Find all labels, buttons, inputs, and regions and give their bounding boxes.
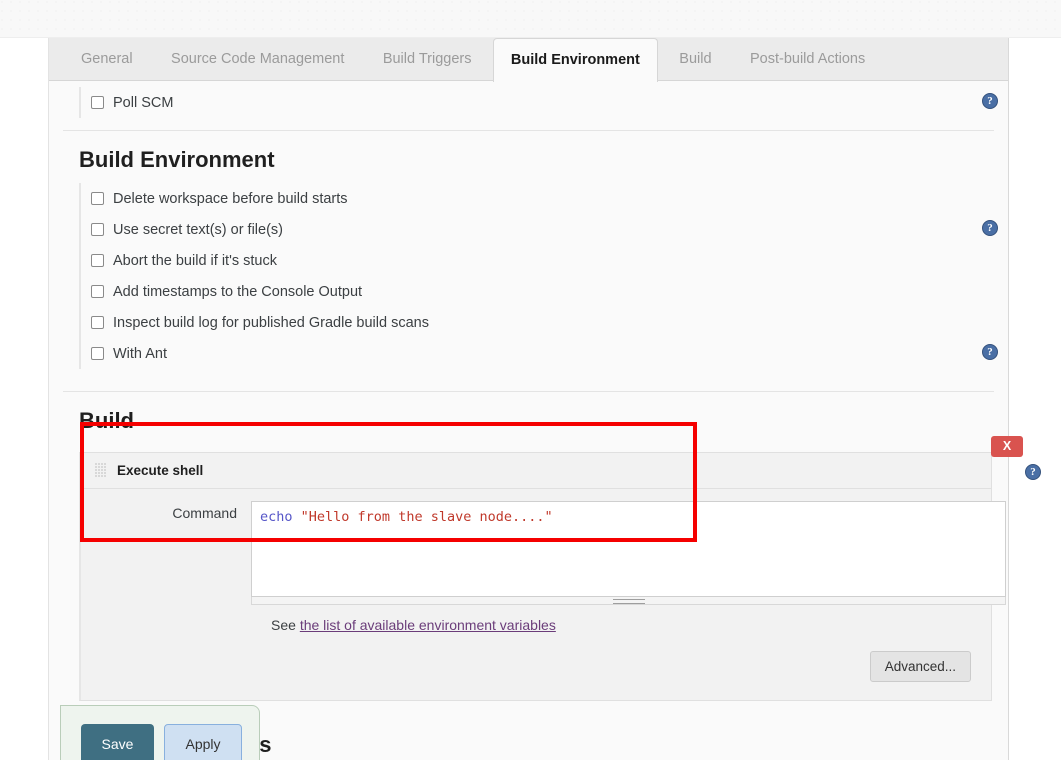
checkbox-row-poll-scm[interactable]: Poll SCM ? <box>81 87 1008 118</box>
shell-keyword-token: echo <box>260 509 293 525</box>
checkbox-label-add-timestamps: Add timestamps to the Console Output <box>113 283 363 300</box>
environment-variables-hint: See the list of available environment va… <box>81 605 991 633</box>
command-field-label: Command <box>172 505 237 521</box>
apply-button[interactable]: Apply <box>164 724 242 760</box>
job-config-panel: General Source Code Management Build Tri… <box>48 38 1041 760</box>
see-prefix-text: See <box>271 617 300 633</box>
drag-grip-icon[interactable] <box>95 463 106 478</box>
tab-build-triggers[interactable]: Build Triggers <box>366 38 489 81</box>
tab-general[interactable]: General <box>64 38 150 81</box>
checkbox-poll-scm[interactable] <box>91 96 104 109</box>
shell-string-token: "Hello from the slave node...." <box>300 509 553 525</box>
advanced-button[interactable]: Advanced... <box>869 651 971 682</box>
tab-build-environment[interactable]: Build Environment <box>492 38 658 82</box>
checkbox-inspect-gradle-scans[interactable] <box>91 316 104 329</box>
checkbox-label-delete-workspace: Delete workspace before build starts <box>113 190 348 207</box>
checkbox-with-ant[interactable] <box>91 347 104 360</box>
help-icon-poll-scm[interactable]: ? <box>982 93 998 109</box>
checkbox-row-with-ant[interactable]: With Ant ? <box>81 338 1008 369</box>
command-textarea[interactable]: echo "Hello from the slave node...." <box>251 501 1006 597</box>
floating-save-bar: Save Apply <box>60 705 260 760</box>
command-editor-wrap: echo "Hello from the slave node...." <box>251 501 1006 605</box>
build-environment-options-group: Delete workspace before build starts Use… <box>79 183 1008 369</box>
command-field-row: Command echo "Hello from the slave node.… <box>81 489 1006 605</box>
config-tabbar: General Source Code Management Build Tri… <box>49 38 1008 82</box>
save-button[interactable]: Save <box>81 724 154 760</box>
checkbox-row-inspect-gradle-scans[interactable]: Inspect build log for published Gradle b… <box>81 307 1008 338</box>
help-icon-with-ant[interactable]: ? <box>982 344 998 360</box>
page-top-strip <box>0 0 1061 38</box>
checkbox-row-abort-if-stuck[interactable]: Abort the build if it's stuck <box>81 245 1008 276</box>
section-heading-build-environment: Build Environment <box>79 147 275 172</box>
build-step-title: Execute shell <box>117 463 204 478</box>
help-icon-use-secret-text[interactable]: ? <box>982 220 998 236</box>
checkbox-row-delete-workspace[interactable]: Delete workspace before build starts <box>81 183 1008 214</box>
build-step-execute-shell: Execute shell X ? Command echo "Hello fr… <box>79 436 1041 701</box>
tab-build[interactable]: Build <box>662 38 728 81</box>
tab-source-code-management[interactable]: Source Code Management <box>154 38 361 81</box>
checkbox-use-secret-text[interactable] <box>91 223 104 236</box>
checkbox-label-with-ant: With Ant <box>113 345 167 362</box>
delete-build-step-button[interactable]: X <box>991 436 1023 457</box>
screen-root: General Source Code Management Build Tri… <box>0 0 1061 760</box>
config-form-body: Poll SCM ? Build Environment Delete work… <box>49 87 1041 760</box>
checkbox-label-inspect-gradle-scans: Inspect build log for published Gradle b… <box>113 314 429 331</box>
help-icon-execute-shell[interactable]: ? <box>1025 464 1041 480</box>
checkbox-label-abort-if-stuck: Abort the build if it's stuck <box>113 252 277 269</box>
shell-space-token <box>293 509 301 525</box>
checkbox-abort-if-stuck[interactable] <box>91 254 104 267</box>
textarea-resize-handle[interactable] <box>251 597 1006 605</box>
checkbox-label-use-secret-text: Use secret text(s) or file(s) <box>113 221 283 238</box>
build-triggers-tail-group: Poll SCM ? <box>79 87 1008 118</box>
environment-variables-link[interactable]: the list of available environment variab… <box>300 617 556 633</box>
checkbox-row-use-secret-text[interactable]: Use secret text(s) or file(s) ? <box>81 214 1008 245</box>
tab-post-build-actions[interactable]: Post-build Actions <box>733 38 882 81</box>
checkbox-label-poll-scm: Poll SCM <box>113 94 174 111</box>
advanced-row: Advanced... <box>81 633 991 700</box>
build-step-header: Execute shell X ? <box>81 436 1041 489</box>
checkbox-delete-workspace[interactable] <box>91 192 104 205</box>
checkbox-row-add-timestamps[interactable]: Add timestamps to the Console Output <box>81 276 1008 307</box>
checkbox-add-timestamps[interactable] <box>91 285 104 298</box>
section-heading-build: Build <box>79 408 134 433</box>
